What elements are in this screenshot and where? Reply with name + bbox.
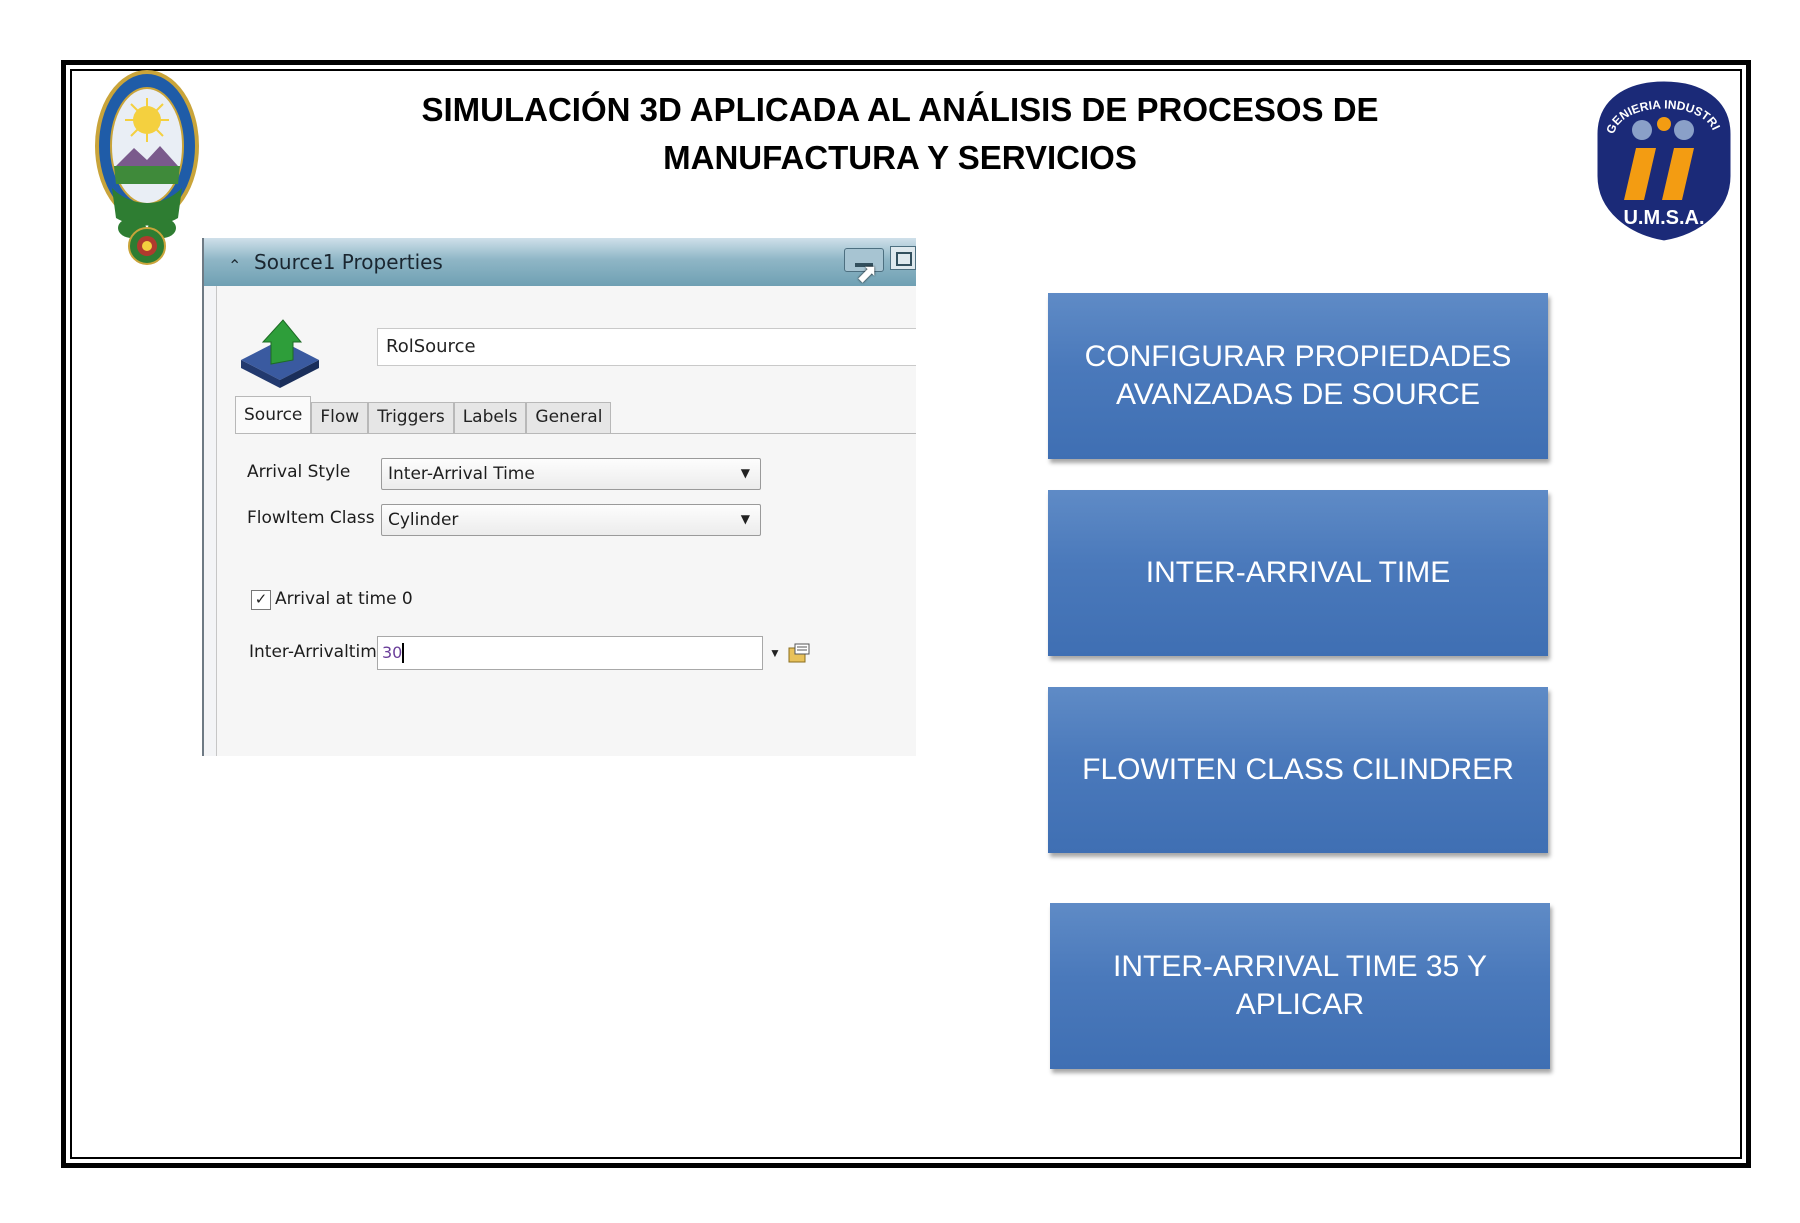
arrival-at-time0-label: Arrival at time 0 xyxy=(275,589,413,609)
tab-general[interactable]: General xyxy=(526,402,612,434)
arrival-style-select[interactable]: Inter-Arrival Time ▼ xyxy=(381,458,761,490)
title-line-1: SIMULACIÓN 3D APLICADA AL ANÁLISIS DE PR… xyxy=(421,91,1379,128)
tab-triggers[interactable]: Triggers xyxy=(368,402,454,434)
code-edit-icon[interactable] xyxy=(787,642,813,664)
university-crest-logo xyxy=(95,70,199,265)
document-title: SIMULACIÓN 3D APLICADA AL ANÁLISIS DE PR… xyxy=(300,86,1500,182)
tab-flow[interactable]: Flow xyxy=(311,402,369,434)
step-box-inter-arrival-35: INTER-ARRIVAL TIME 35 Y APLICAR xyxy=(1050,903,1550,1069)
badge-bottom-text: U.M.S.A. xyxy=(1623,207,1704,229)
tab-labels[interactable]: Labels xyxy=(453,402,527,434)
arrival-style-label: Arrival Style xyxy=(247,462,351,482)
tabs-divider xyxy=(235,433,916,434)
step-text: INTER-ARRIVAL TIME xyxy=(1145,556,1451,589)
title-line-2: MANUFACTURA Y SERVICIOS xyxy=(663,139,1137,176)
chevron-down-icon: ▼ xyxy=(740,512,750,526)
interarrival-label: Inter-Arrivaltime xyxy=(249,642,388,662)
flowitem-class-label: FlowItem Class xyxy=(247,508,375,528)
maximize-button[interactable] xyxy=(890,246,916,270)
properties-title: Source1 Properties xyxy=(254,250,443,274)
mouse-cursor-icon: ⬈ xyxy=(856,258,878,288)
arrival-style-value: Inter-Arrival Time xyxy=(388,464,535,484)
interarrival-input[interactable]: 30 xyxy=(377,636,763,670)
step-text: INTER-ARRIVAL TIME 35 Y APLICAR xyxy=(1113,950,1487,1021)
properties-body: RolSource Source Flow Triggers Labels Ge… xyxy=(216,286,916,756)
source-object-icon xyxy=(241,319,319,388)
flowitem-class-select[interactable]: Cylinder ▼ xyxy=(381,504,761,536)
ingenieria-industrial-badge-logo: INGENIERIA INDUSTRIAL U.M.S.A. xyxy=(1592,76,1734,244)
step-text: FLOWITEN CLASS CILINDRER xyxy=(1082,753,1514,786)
step-box-inter-arrival: INTER-ARRIVAL TIME xyxy=(1048,490,1548,656)
tab-source[interactable]: Source xyxy=(235,396,312,434)
arrival-at-time0-checkbox[interactable]: ✓ xyxy=(251,590,271,610)
chevron-down-icon: ▼ xyxy=(740,466,750,480)
step-box-flowitem-class: FLOWITEN CLASS CILINDRER xyxy=(1048,687,1548,853)
step-text: CONFIGURAR PROPIEDADES AVANZADAS DE SOUR… xyxy=(1084,340,1512,411)
properties-tabs: Source Flow Triggers Labels General xyxy=(235,396,612,434)
source-properties-window: ⌃ Source1 Properties ⬈ RolSource Source … xyxy=(202,238,916,756)
collapse-caret-icon[interactable]: ⌃ xyxy=(228,256,241,276)
properties-titlebar: ⌃ Source1 Properties ⬈ xyxy=(204,238,916,288)
step-box-configure-source: CONFIGURAR PROPIEDADES AVANZADAS DE SOUR… xyxy=(1048,293,1548,459)
flowitem-class-value: Cylinder xyxy=(388,510,459,530)
object-name-input[interactable]: RolSource xyxy=(377,328,916,366)
interarrival-dropdown-icon[interactable]: ▼ xyxy=(769,646,781,660)
